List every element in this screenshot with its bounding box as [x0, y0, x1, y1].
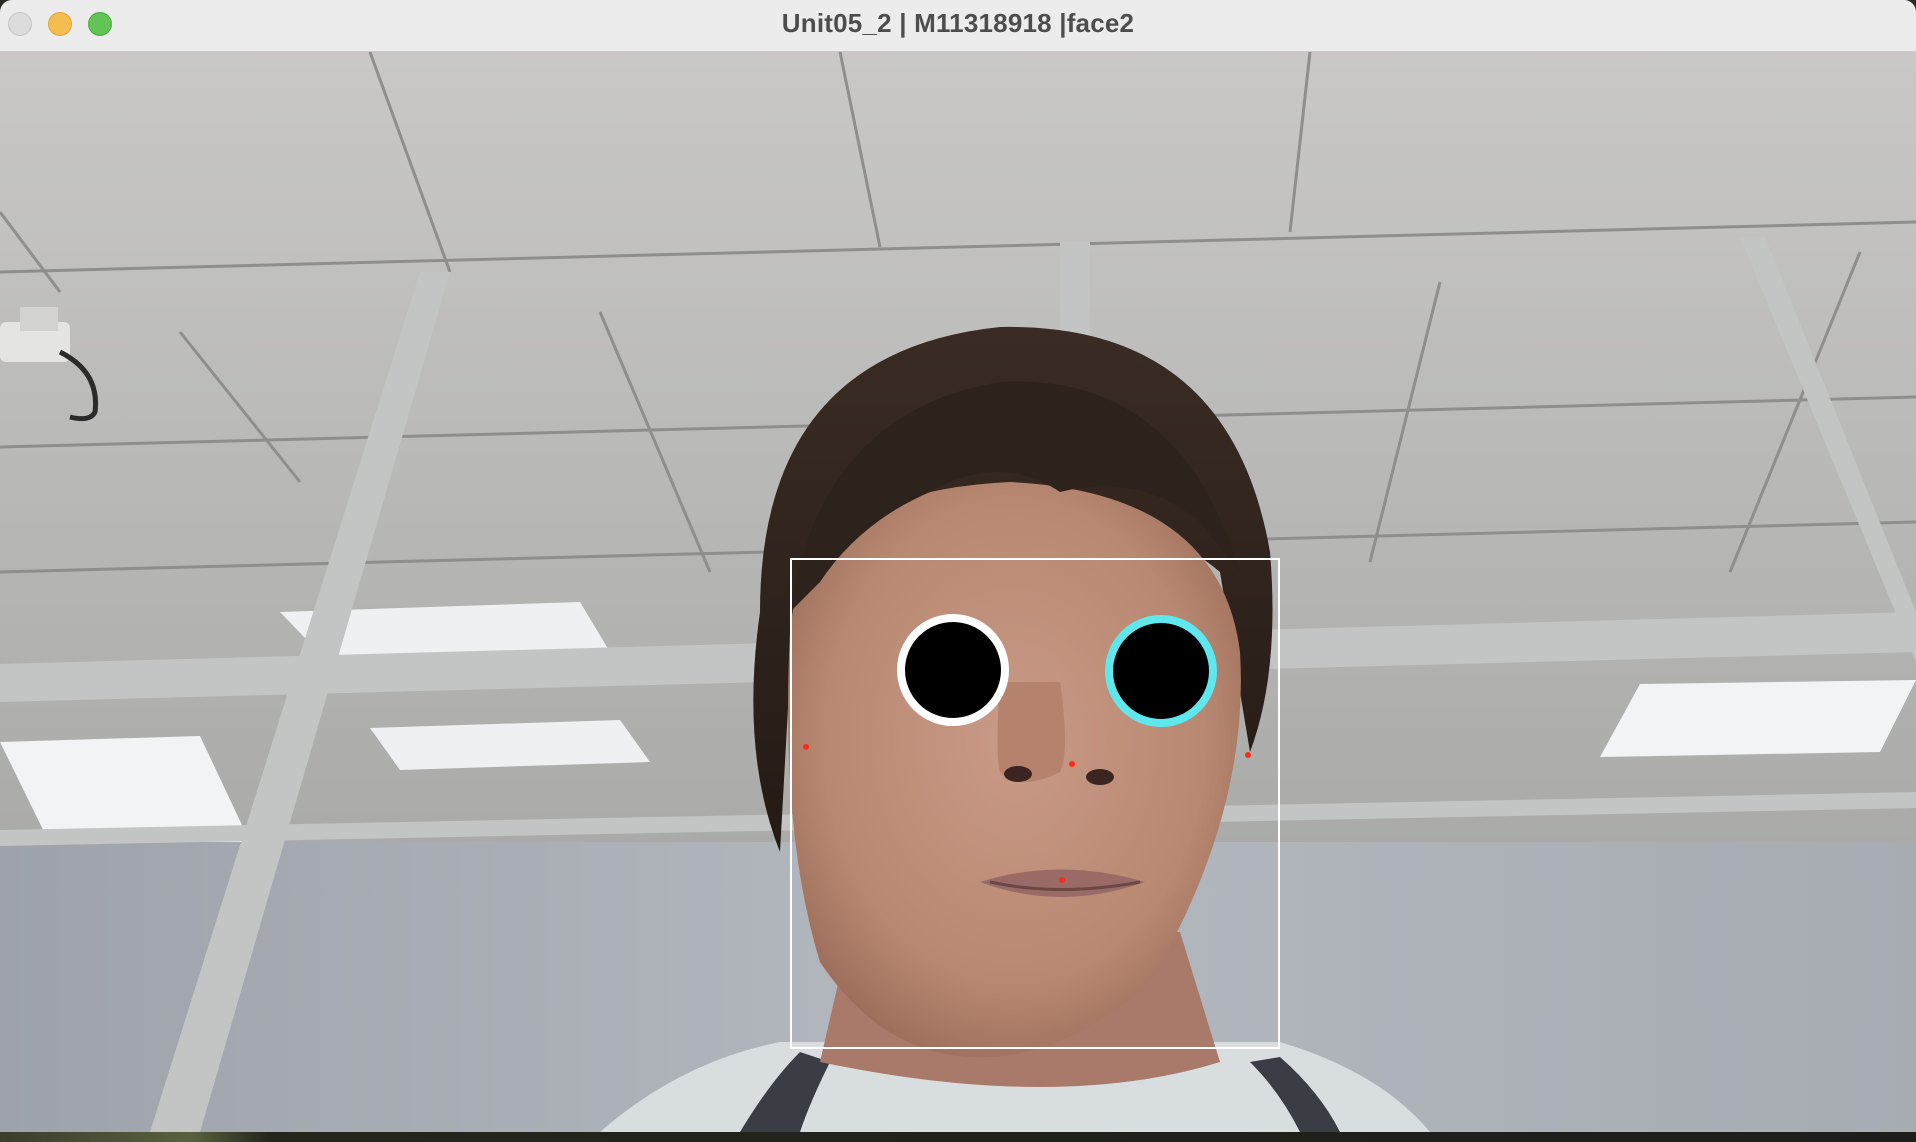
app-window: Unit05_2 | M11318918 |face2: [0, 0, 1916, 1132]
title-bar[interactable]: Unit05_2 | M11318918 |face2: [0, 0, 1916, 52]
ceiling-light: [1600, 680, 1916, 757]
camera-view: [0, 52, 1916, 1132]
camera-frame: [0, 52, 1916, 1132]
nose: [997, 682, 1065, 782]
ceiling-light: [370, 720, 650, 770]
left-eye-marker: [1105, 615, 1217, 727]
left-ear-landmark: [1245, 752, 1251, 758]
nostril: [1004, 766, 1032, 782]
right-eye-marker: [897, 614, 1009, 726]
nostril: [1086, 769, 1114, 785]
right-ear-landmark: [803, 744, 809, 750]
window-title: Unit05_2 | M11318918 |face2: [781, 8, 1135, 38]
nose-tip-landmark: [1069, 761, 1075, 767]
desktop-background-strip: [0, 1132, 1916, 1142]
mouth-center-landmark: [1059, 877, 1065, 883]
